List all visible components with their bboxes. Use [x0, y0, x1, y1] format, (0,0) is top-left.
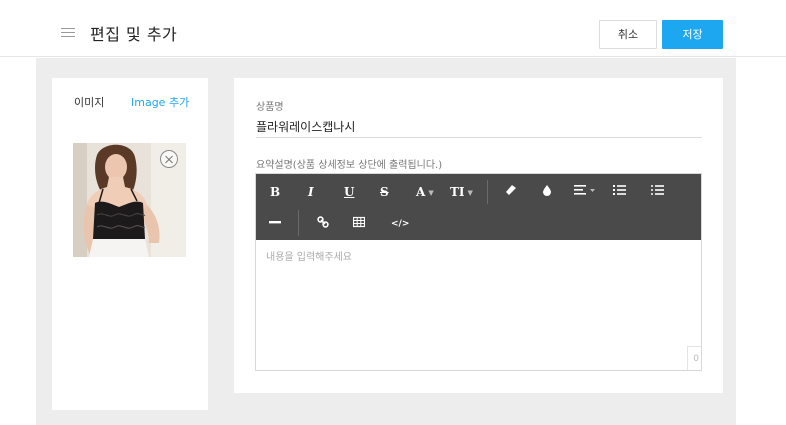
- unordered-list-icon[interactable]: [651, 184, 664, 200]
- chevron-down-icon: ▼: [428, 187, 434, 197]
- font-color-label: A: [416, 185, 426, 199]
- link-icon[interactable]: [317, 216, 329, 232]
- table-icon[interactable]: [352, 216, 366, 232]
- align-icon[interactable]: [574, 184, 596, 200]
- toolbar-divider: [298, 210, 299, 236]
- save-button[interactable]: 저장: [662, 20, 723, 49]
- menu-icon[interactable]: [61, 28, 75, 38]
- horizontal-rule-icon[interactable]: [269, 216, 281, 232]
- font-size-button[interactable]: TI ▼: [450, 184, 473, 201]
- add-image-link[interactable]: Image 추가: [131, 94, 189, 110]
- eraser-icon[interactable]: [505, 184, 517, 200]
- product-name-input[interactable]: [256, 116, 702, 138]
- product-form: 상품명 요약설명(상품 상세정보 상단에 출력됩니다.) B I U S A▼ …: [234, 78, 723, 393]
- code-icon[interactable]: </>: [391, 216, 409, 232]
- character-count: 0: [687, 346, 701, 370]
- bold-button[interactable]: B: [270, 184, 280, 200]
- summary-description-label: 요약설명(상품 상세정보 상단에 출력됩니다.): [256, 160, 443, 171]
- summary-description-textarea[interactable]: [266, 248, 686, 348]
- toolbar-divider: [487, 180, 488, 204]
- remove-image-close-icon[interactable]: [160, 150, 178, 168]
- editor-content-area: 0: [256, 240, 701, 370]
- cancel-button[interactable]: 취소: [599, 20, 657, 49]
- rich-text-editor: B I U S A ▼ TI ▼ </> 내용을 입력해주세요 0: [255, 173, 702, 371]
- underline-button[interactable]: U: [344, 184, 354, 200]
- fill-drop-icon[interactable]: [542, 184, 552, 200]
- ordered-list-icon[interactable]: [613, 184, 626, 200]
- product-name-label: 상품명: [256, 102, 284, 113]
- top-bar: 편집 및 추가 취소 저장: [0, 0, 786, 57]
- chevron-down-icon: ▼: [467, 187, 473, 197]
- strikethrough-button[interactable]: S: [380, 184, 389, 200]
- image-panel: 이미지 Image 추가: [52, 78, 208, 410]
- italic-button[interactable]: I: [308, 184, 314, 200]
- editor-toolbar: B I U S A ▼ TI ▼ </>: [256, 174, 701, 240]
- image-section-title: 이미지: [74, 96, 105, 109]
- page-title: 편집 및 추가: [90, 25, 178, 44]
- font-color-button[interactable]: A ▼: [416, 184, 434, 201]
- font-size-label: TI: [450, 185, 465, 199]
